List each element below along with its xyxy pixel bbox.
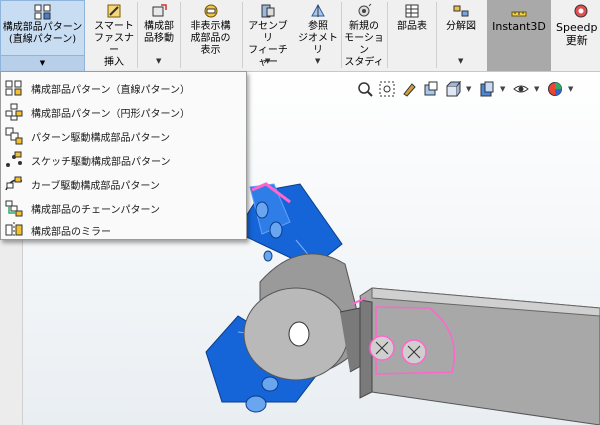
menu-item-label: 構成部品のミラー <box>31 226 111 238</box>
display-style-icon <box>480 81 494 97</box>
smart-fastener-button[interactable]: スマート ファスナー 挿入 <box>92 0 136 71</box>
bom-button[interactable]: 部品表 <box>390 0 434 71</box>
reference-geometry-label: 参照 ジオメトリ <box>298 21 338 56</box>
ribbon-separator <box>387 2 388 68</box>
instant3d-icon <box>511 11 527 17</box>
zoom-to-area-button[interactable] <box>378 80 396 98</box>
show-hidden-components-icon <box>204 4 217 18</box>
curve-driven-icon <box>5 176 23 191</box>
smart-fastener-label: スマート ファスナー 挿入 <box>94 21 134 68</box>
move-component-label: 構成部 品移動 <box>144 21 174 44</box>
move-component-icon <box>152 4 167 17</box>
appearance-ball-icon <box>548 82 562 96</box>
linear-pattern-icon <box>5 80 22 96</box>
menu-item-chain-pattern[interactable]: 構成部品のチェーンパターン <box>2 196 246 220</box>
ribbon-separator <box>436 2 437 68</box>
exploded-view-icon <box>453 5 469 17</box>
ribbon-separator <box>242 2 243 68</box>
pencil-view-icon <box>403 83 416 97</box>
move-component-button[interactable]: 構成部 品移動 ▼ <box>138 0 180 71</box>
previous-view-button[interactable] <box>400 80 418 98</box>
menu-item-curve-driven[interactable]: カーブ駆動構成部品パターン <box>2 172 246 196</box>
new-motion-study-label: 新規の モーション スタディ <box>344 21 384 68</box>
menu-item-label: 構成部品のチェーンパターン <box>31 204 160 216</box>
reference-geometry-icon <box>311 3 325 17</box>
instant3d-label: Instant3D <box>492 20 546 33</box>
linear-pattern-icon <box>34 4 50 20</box>
component-pattern-label: 構成部品パターン (直線パターン) <box>2 22 83 45</box>
ribbon-separator <box>341 2 342 68</box>
reference-geometry-dropdown[interactable]: ▼ <box>315 55 320 67</box>
hide-show-dropdown[interactable]: ▼ <box>534 85 542 93</box>
component-pattern-menu: 構成部品パターン（直線パターン） 構成部品パターン（円形パターン） パターン駆動… <box>0 71 247 240</box>
menu-item-label: 構成部品パターン（円形パターン） <box>31 108 190 120</box>
new-motion-study-button[interactable]: 新規の モーション スタディ <box>343 0 385 71</box>
hub-cylinder[interactable] <box>243 253 369 381</box>
view-cube-icon <box>446 81 461 97</box>
display-style-dropdown[interactable]: ▼ <box>500 85 508 93</box>
exploded-view-label: 分解図 <box>446 21 476 32</box>
show-hidden-components-label: 非表示構 成部品の 表示 <box>190 21 231 56</box>
view-orientation-button[interactable] <box>444 80 462 98</box>
bill-of-materials-icon <box>405 4 419 18</box>
pattern-driven-icon <box>5 127 23 145</box>
component-pattern-button[interactable]: 構成部品パターン (直線パターン) ▼ <box>0 0 85 71</box>
motion-study-icon <box>358 3 372 17</box>
menu-item-circular-pattern[interactable]: 構成部品パターン（円形パターン） <box>2 100 246 124</box>
menu-item-linear-pattern[interactable]: 構成部品パターン（直線パターン） <box>2 76 246 100</box>
hide-show-items-button[interactable] <box>512 80 530 98</box>
speedpak-icon <box>574 4 588 18</box>
appearance-dropdown[interactable]: ▼ <box>568 85 576 93</box>
menu-item-label: パターン駆動構成部品パターン <box>31 132 170 144</box>
menu-item-label: カーブ駆動構成部品パターン <box>31 180 160 192</box>
assembly-features-button[interactable]: アセンブリ フィーチャー ▼ <box>244 0 292 71</box>
zoom-area-icon <box>379 81 395 97</box>
edit-appearance-button[interactable] <box>546 80 564 98</box>
view-orientation-dropdown[interactable]: ▼ <box>466 85 474 93</box>
mirror-component-icon <box>5 222 23 238</box>
show-hidden-components-button[interactable]: 非表示構 成部品の 表示 <box>183 0 238 71</box>
right-link-bar[interactable] <box>351 287 600 425</box>
menu-item-mirror-component[interactable]: 構成部品のミラー <box>2 218 246 242</box>
heads-up-view-toolbar: ▼ ▼ ▼ ▼ <box>356 78 576 100</box>
ribbon-separator <box>180 2 181 68</box>
exploded-view-button[interactable]: 分解図 ▼ <box>438 0 484 71</box>
menu-item-pattern-driven[interactable]: パターン駆動構成部品パターン <box>2 124 246 148</box>
smart-fastener-icon <box>107 4 121 18</box>
eye-icon <box>513 85 529 93</box>
menu-item-sketch-driven[interactable]: スケッチ駆動構成部品パターン <box>2 148 246 172</box>
assembly-features-icon <box>261 4 275 18</box>
speedpak-update-button[interactable]: Speedp 更新 <box>556 0 600 71</box>
component-pattern-dropdown[interactable]: ▼ <box>1 55 84 71</box>
bom-label: 部品表 <box>397 21 427 32</box>
speedpak-label: Speedp 更新 <box>556 21 598 47</box>
chain-pattern-icon <box>5 200 23 217</box>
instant3d-button[interactable]: Instant3D <box>487 0 551 71</box>
display-style-button[interactable] <box>478 80 496 98</box>
command-manager-ribbon: 構成部品パターン (直線パターン) ▼ スマート ファスナー 挿入 構成部 品移… <box>0 0 600 72</box>
section-view-icon <box>424 81 438 96</box>
reference-geometry-button[interactable]: 参照 ジオメトリ ▼ <box>296 0 340 71</box>
menu-item-label: 構成部品パターン（直線パターン） <box>31 84 190 96</box>
magnifier-icon <box>358 82 373 97</box>
circular-pattern-icon <box>5 103 23 121</box>
sketch-driven-icon <box>6 151 22 167</box>
assembly-features-dropdown[interactable]: ▼ <box>265 55 270 67</box>
move-component-dropdown[interactable]: ▼ <box>156 55 161 67</box>
exploded-view-dropdown[interactable]: ▼ <box>458 55 463 67</box>
section-view-button[interactable] <box>422 80 440 98</box>
menu-item-label: スケッチ駆動構成部品パターン <box>31 156 171 168</box>
zoom-to-fit-button[interactable] <box>356 80 374 98</box>
